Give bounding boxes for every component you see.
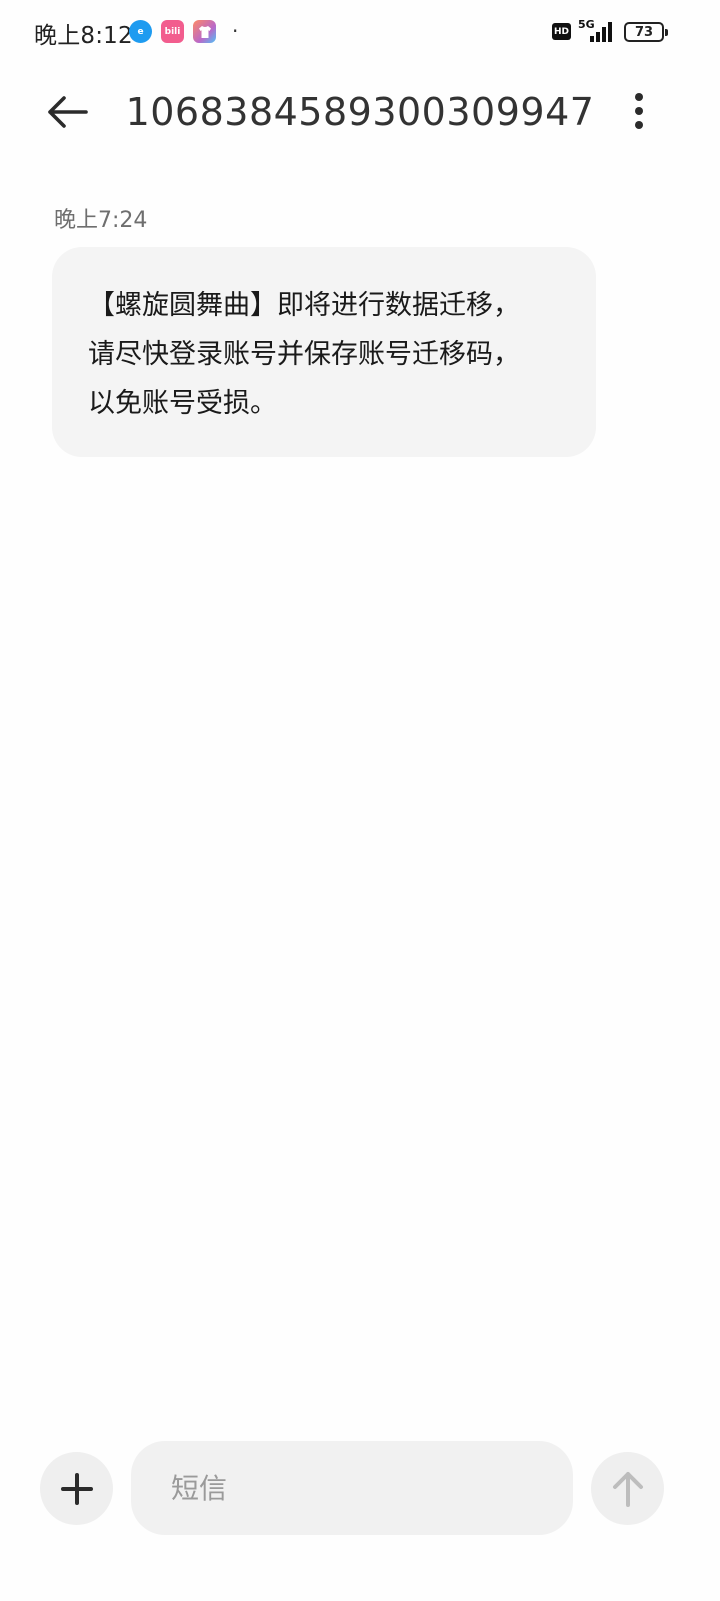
message-timestamp: 晚上7:24 — [54, 208, 148, 233]
more-vertical-icon — [635, 93, 643, 129]
plus-icon — [60, 1472, 93, 1505]
contact-number-title[interactable]: 1068384589300309947 — [0, 90, 720, 134]
conversation-header: 1068384589300309947 — [0, 64, 720, 164]
sms-message-input[interactable] — [131, 1441, 573, 1535]
eleme-icon: e — [129, 20, 152, 43]
send-button[interactable] — [591, 1452, 664, 1525]
status-time: 晚上8:12 — [34, 23, 133, 49]
notification-dot: · — [232, 19, 239, 43]
message-text-line: 【螺旋圆舞曲】即将进行数据迁移， — [88, 290, 520, 321]
bilibili-icon: bili — [161, 20, 184, 43]
sms-conversation-screen: 晚上8:12 e bili · HD 5G 73 106838458930030… — [0, 0, 720, 1601]
add-attachment-button[interactable] — [40, 1452, 113, 1525]
incoming-message-bubble[interactable]: 【螺旋圆舞曲】即将进行数据迁移， 请尽快登录账号并保存账号迁移码， 以免账号受损… — [52, 247, 596, 457]
battery-icon: 73 — [624, 22, 668, 42]
message-text-line: 以免账号受损。 — [88, 388, 277, 419]
message-text-line: 请尽快登录账号并保存账号迁移码， — [88, 339, 520, 370]
more-options-button[interactable] — [622, 92, 656, 132]
signal-strength-icon — [590, 22, 612, 42]
status-bar: 晚上8:12 e bili · HD 5G 73 — [0, 0, 720, 64]
send-arrow-up-icon — [612, 1471, 643, 1507]
hd-voice-icon: HD — [552, 23, 571, 40]
theme-shirt-icon — [193, 20, 216, 43]
